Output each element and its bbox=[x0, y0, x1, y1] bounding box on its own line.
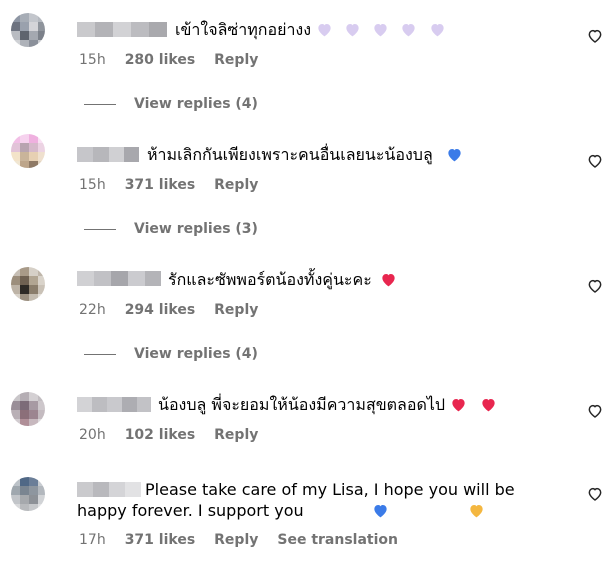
avatar[interactable] bbox=[11, 13, 45, 47]
reply-button[interactable]: Reply bbox=[214, 177, 258, 193]
reply-button[interactable]: Reply bbox=[214, 52, 258, 68]
heart-outline-icon[interactable] bbox=[587, 153, 603, 169]
comment-text: เข้าใจลิซ่าทุกอย่างง bbox=[175, 19, 446, 42]
view-replies-button[interactable]: View replies (3) bbox=[84, 221, 258, 237]
red-heart-icon bbox=[480, 396, 497, 417]
comment-text: น้องบลู พี่จะยอมให้น้องมีความสุขตลอดไป bbox=[158, 394, 497, 417]
comment-body: รักและซัพพอร์ตน้องทั้งคู่นะคะ bbox=[168, 270, 372, 289]
blue-heart-icon bbox=[304, 502, 389, 523]
divider-line bbox=[84, 228, 116, 230]
view-replies-label: View replies (4) bbox=[134, 346, 258, 362]
timestamp: 20h bbox=[79, 427, 106, 443]
avatar[interactable] bbox=[11, 477, 45, 511]
comment-text: รักและซัพพอร์ตน้องทั้งคู่นะคะ bbox=[168, 269, 397, 292]
comment-meta: 17h 371 likes Reply See translation bbox=[79, 532, 398, 548]
likes-count[interactable]: 280 likes bbox=[125, 52, 195, 68]
reply-button[interactable]: Reply bbox=[214, 427, 258, 443]
purple-heart-icon bbox=[372, 21, 389, 42]
view-replies-button[interactable]: View replies (4) bbox=[84, 96, 258, 112]
purple-heart-icon bbox=[316, 21, 333, 42]
view-replies-label: View replies (4) bbox=[134, 96, 258, 112]
comment-text: Please take care of my Lisa, I hope you … bbox=[77, 479, 547, 523]
heart-outline-icon[interactable] bbox=[587, 403, 603, 419]
heart-outline-icon[interactable] bbox=[587, 278, 603, 294]
purple-heart-icon bbox=[400, 21, 417, 42]
view-replies-button[interactable]: View replies (4) bbox=[84, 346, 258, 362]
comment-meta: 15h 280 likes Reply bbox=[79, 52, 277, 68]
red-heart-icon bbox=[380, 271, 397, 292]
comment-meta: 20h 102 likes Reply bbox=[79, 427, 277, 443]
comment-body: ห้ามเลิกกันเพียงเพราะคนอื่นเลยนะน้องบลู bbox=[147, 145, 433, 164]
yellow-heart-icon bbox=[400, 502, 485, 523]
heart-outline-icon[interactable] bbox=[587, 486, 603, 502]
comment-body: น้องบลู พี่จะยอมให้น้องมีความสุขตลอดไป bbox=[158, 395, 446, 414]
likes-count[interactable]: 102 likes bbox=[125, 427, 195, 443]
reply-button[interactable]: Reply bbox=[214, 302, 258, 318]
divider-line bbox=[84, 353, 116, 355]
likes-count[interactable]: 294 likes bbox=[125, 302, 195, 318]
comment-text: ห้ามเลิกกันเพียงเพราะคนอื่นเลยนะน้องบลู bbox=[147, 144, 463, 167]
username-blurred[interactable] bbox=[77, 22, 167, 37]
red-heart-icon bbox=[450, 396, 467, 417]
purple-heart-icon bbox=[344, 21, 361, 42]
avatar[interactable] bbox=[11, 267, 45, 301]
likes-count[interactable]: 371 likes bbox=[125, 177, 195, 193]
timestamp: 15h bbox=[79, 52, 106, 68]
avatar[interactable] bbox=[11, 392, 45, 426]
blue-heart-icon bbox=[446, 146, 463, 167]
divider-line bbox=[84, 103, 116, 105]
timestamp: 15h bbox=[79, 177, 106, 193]
see-translation-button[interactable]: See translation bbox=[277, 532, 398, 548]
heart-outline-icon[interactable] bbox=[587, 28, 603, 44]
comment-body: เข้าใจลิซ่าทุกอย่างง bbox=[175, 20, 312, 39]
username-blurred[interactable] bbox=[77, 271, 161, 286]
view-replies-label: View replies (3) bbox=[134, 221, 258, 237]
timestamp: 17h bbox=[79, 532, 106, 548]
reply-button[interactable]: Reply bbox=[214, 532, 258, 548]
comment-meta: 22h 294 likes Reply bbox=[79, 302, 277, 318]
comment-meta: 15h 371 likes Reply bbox=[79, 177, 277, 193]
timestamp: 22h bbox=[79, 302, 106, 318]
avatar[interactable] bbox=[11, 134, 45, 168]
likes-count[interactable]: 371 likes bbox=[125, 532, 195, 548]
username-blurred[interactable] bbox=[77, 397, 151, 412]
purple-heart-icon bbox=[429, 21, 446, 42]
username-blurred[interactable] bbox=[77, 147, 139, 162]
